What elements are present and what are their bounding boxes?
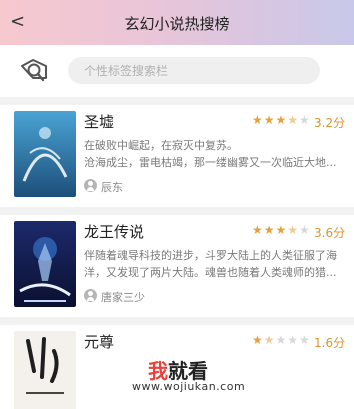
top-bar: < 玄幻小说热搜榜 [0, 0, 354, 45]
rating-score: 1.6分 [314, 336, 346, 350]
page-title: 玄幻小说热搜榜 [124, 15, 230, 33]
divider [0, 97, 354, 105]
book-description: 伴随着魂导科技的进步，斗罗大陆上的人类征服了海 洋，又发现了两片大陆。魂兽也随着… [84, 249, 337, 279]
book-cover-image [14, 111, 76, 197]
watermark-logo: 我就看 www.wojiukan.com [130, 355, 260, 397]
author-name: 辰东 [101, 181, 123, 194]
book-title: 龙王传说 [84, 223, 145, 241]
rating-stars: ★★★★★ [252, 333, 311, 347]
book-list-item[interactable]: 龙王传说 ★★★★★ 3.6分 伴随着魂导科技的进步，斗罗大陆上的人类征服了海 … [0, 215, 354, 317]
rating-stars: ★★★★★ [252, 113, 311, 127]
book-cover-image [14, 221, 76, 307]
author-icon [84, 289, 97, 302]
book-title: 圣墟 [84, 113, 115, 131]
tag-search-input[interactable] [68, 57, 320, 84]
rating-score: 3.6分 [314, 226, 346, 240]
author-icon [84, 179, 97, 192]
divider [0, 207, 354, 215]
book-list-item[interactable]: 圣墟 ★★★★★ 3.2分 在破败中崛起，在寂灭中复苏。 沧海成尘，雷电枯竭，那… [0, 105, 354, 207]
tag-search-icon[interactable] [16, 56, 50, 86]
book-title: 元尊 [84, 333, 115, 351]
rating-stars: ★★★★★ [252, 223, 311, 237]
watermark-url: www.wojiukan.com [132, 380, 246, 393]
author-name: 唐家三少 [101, 291, 145, 304]
search-bar [0, 45, 354, 97]
book-description: 在破败中崛起，在寂灭中复苏。 沧海成尘，雷电枯竭，那一缕幽雾又一次临近大地... [84, 139, 337, 169]
divider [0, 317, 354, 325]
book-cover-image [14, 331, 76, 409]
rating-score: 3.2分 [314, 116, 346, 130]
